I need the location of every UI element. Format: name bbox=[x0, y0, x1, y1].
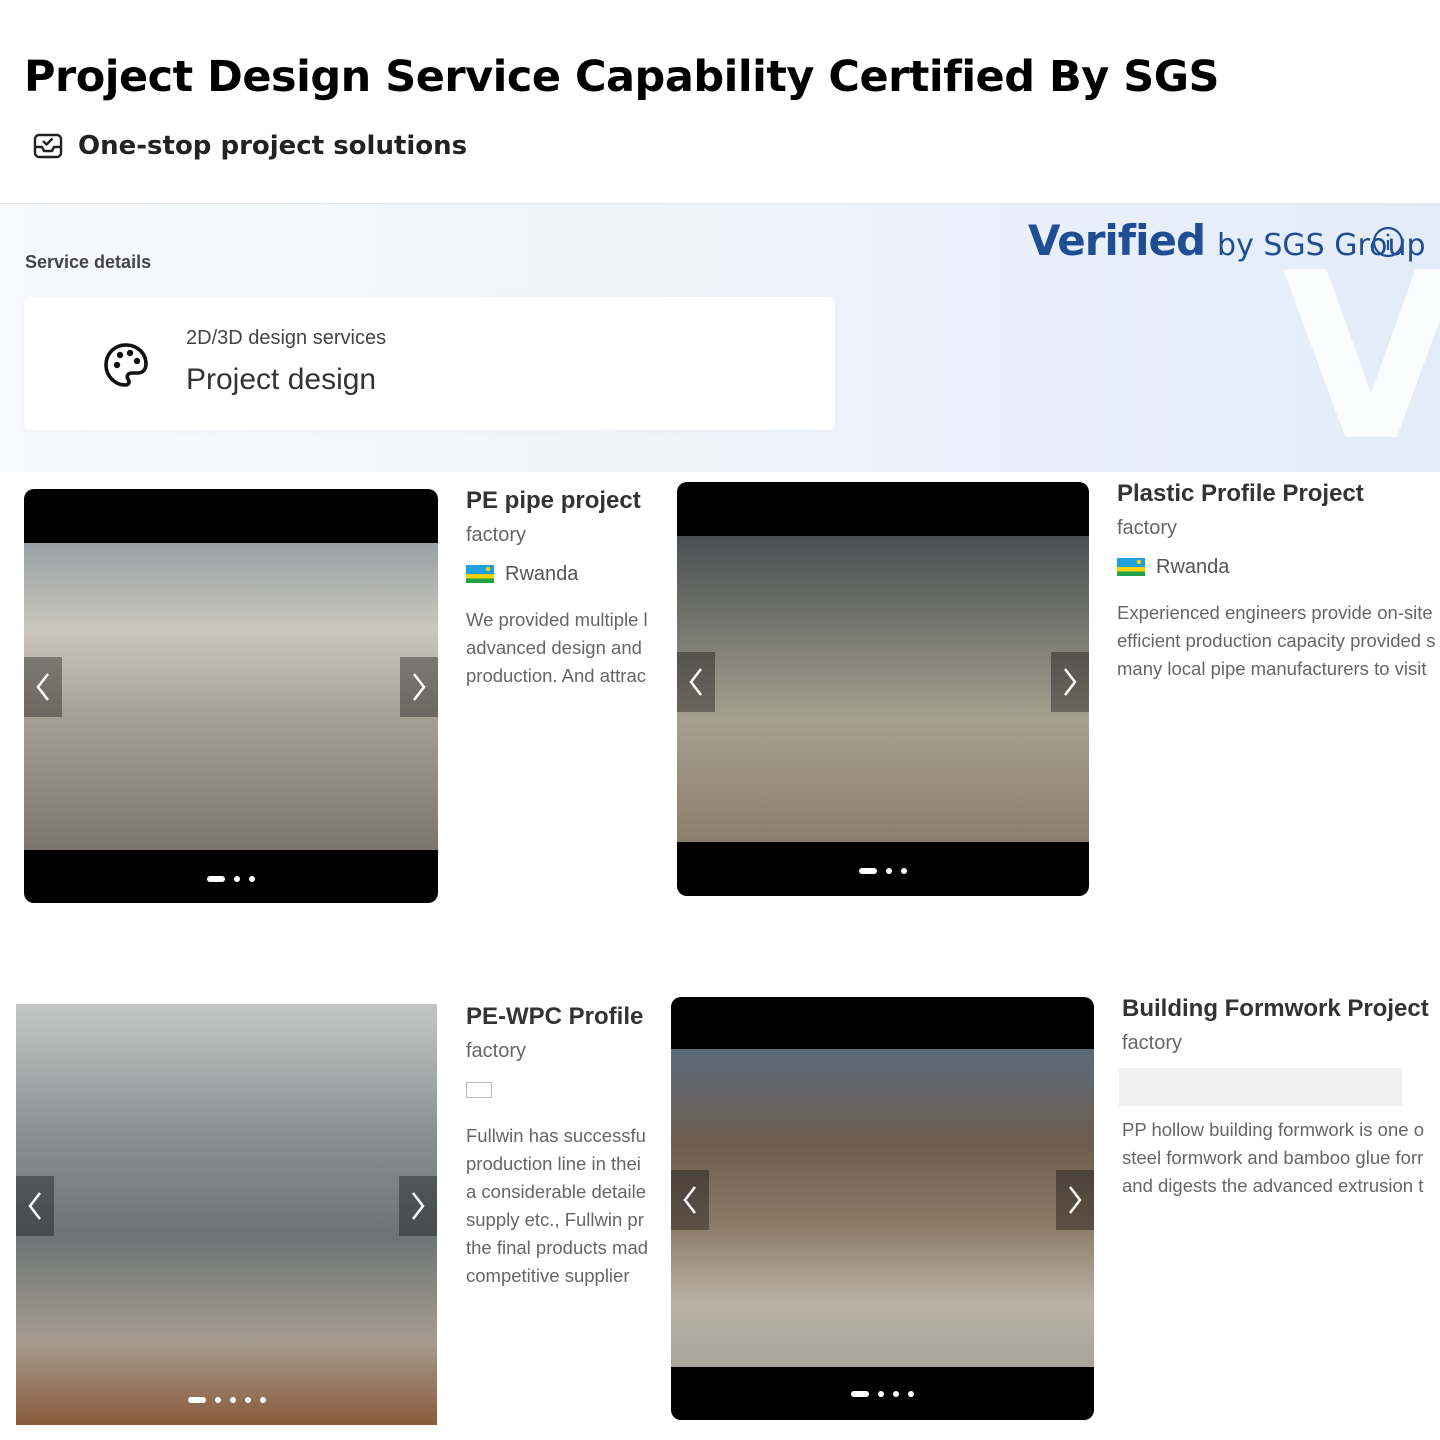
project-description: Experienced engineers provide on-site ef… bbox=[1117, 599, 1440, 683]
carousel-dot[interactable] bbox=[187, 1397, 206, 1403]
rwanda-flag bbox=[466, 565, 494, 583]
description-line: production. And attrac bbox=[466, 665, 646, 686]
service-label: 2D/3D design services bbox=[186, 327, 387, 349]
project-type: factory bbox=[466, 524, 527, 546]
project-photo bbox=[671, 1049, 1094, 1367]
description-line: We provided multiple l bbox=[466, 609, 648, 630]
carousel-prev-button[interactable] bbox=[24, 657, 62, 717]
project-type: factory bbox=[466, 1040, 527, 1062]
chevron-left-icon bbox=[683, 1186, 696, 1214]
background-watermark: V bbox=[1282, 244, 1440, 473]
description-line: production line in thei bbox=[466, 1153, 641, 1174]
description-line: the final products mad bbox=[466, 1237, 649, 1258]
carousel-dot[interactable] bbox=[859, 868, 877, 874]
carousel-dot[interactable] bbox=[908, 1391, 914, 1397]
carousel-prev-button[interactable] bbox=[677, 652, 715, 712]
service-value: Project design bbox=[186, 363, 377, 396]
verified-word: Verified bbox=[1028, 216, 1206, 265]
project-title[interactable]: Plastic Profile Project bbox=[1117, 480, 1364, 508]
description-line: supply etc., Fullwin pr bbox=[466, 1209, 644, 1230]
project-description: Fullwin has successfu production line in… bbox=[466, 1122, 656, 1290]
sgs-verification-panel: V Service details Verified by SGS Group … bbox=[0, 203, 1440, 472]
description-line: Experienced engineers provide on-site bbox=[1117, 602, 1433, 623]
chevron-right-icon bbox=[412, 1192, 425, 1220]
country-placeholder bbox=[1119, 1068, 1402, 1106]
chevron-left-icon bbox=[689, 668, 702, 696]
project-description: We provided multiple l advanced design a… bbox=[466, 606, 656, 690]
project-image-carousel[interactable] bbox=[677, 482, 1089, 896]
page-title: Project Design Service Capability Certif… bbox=[24, 52, 1219, 102]
carousel-dot[interactable] bbox=[901, 868, 907, 874]
project-info-clip: Building Formwork Project factory PP hol… bbox=[1119, 988, 1440, 1218]
carousel-dot[interactable] bbox=[234, 876, 240, 882]
carousel-dots[interactable] bbox=[677, 868, 1089, 874]
palette-icon bbox=[104, 343, 148, 387]
project-description: PP hollow building formwork is one o ste… bbox=[1122, 1116, 1440, 1200]
verified-box-icon bbox=[33, 133, 63, 159]
carousel-next-button[interactable] bbox=[1051, 652, 1089, 712]
carousel-prev-button[interactable] bbox=[16, 1176, 54, 1236]
carousel-dots[interactable] bbox=[16, 1397, 437, 1403]
description-line: Fullwin has successfu bbox=[466, 1125, 646, 1146]
service-card: 2D/3D design services Project design bbox=[24, 297, 835, 430]
project-photo bbox=[677, 536, 1089, 842]
description-line: many local pipe manufacturers to visit bbox=[1117, 658, 1427, 679]
carousel-next-button[interactable] bbox=[399, 1176, 437, 1236]
info-icon[interactable] bbox=[1372, 226, 1404, 258]
blank-flag bbox=[466, 1082, 492, 1098]
project-country: Rwanda bbox=[505, 563, 579, 585]
carousel-next-button[interactable] bbox=[400, 657, 438, 717]
project-type: factory bbox=[1122, 1032, 1183, 1054]
chevron-right-icon bbox=[1069, 1186, 1082, 1214]
subtitle-row: One-stop project solutions bbox=[32, 130, 467, 162]
project-image-carousel[interactable] bbox=[16, 1004, 437, 1425]
description-line: steel formwork and bamboo glue forr bbox=[1122, 1147, 1424, 1168]
carousel-dot[interactable] bbox=[878, 1391, 884, 1397]
project-country: Rwanda bbox=[1156, 556, 1230, 578]
chevron-right-icon bbox=[1064, 668, 1077, 696]
project-image-carousel[interactable] bbox=[671, 997, 1094, 1420]
project-info-clip: PE-WPC Profile factory Fullwin has succe… bbox=[466, 996, 656, 1306]
project-title[interactable]: Building Formwork Project bbox=[1122, 995, 1429, 1023]
carousel-dot[interactable] bbox=[893, 1391, 899, 1397]
carousel-dot[interactable] bbox=[244, 1397, 251, 1403]
project-info-clip: Plastic Profile Project factory Rwanda E… bbox=[1117, 473, 1440, 703]
description-line: competitive supplier bbox=[466, 1265, 630, 1286]
carousel-next-button[interactable] bbox=[1056, 1170, 1094, 1230]
description-line: a considerable detaile bbox=[466, 1181, 646, 1202]
description-line: and digests the advanced extrusion t bbox=[1122, 1175, 1424, 1196]
carousel-dot[interactable] bbox=[249, 876, 255, 882]
project-type: factory bbox=[1117, 517, 1178, 539]
service-details-label: Service details bbox=[25, 252, 152, 272]
carousel-dot[interactable] bbox=[214, 1397, 221, 1403]
carousel-prev-button[interactable] bbox=[671, 1170, 709, 1230]
carousel-dot[interactable] bbox=[207, 876, 225, 882]
project-photo bbox=[24, 543, 438, 850]
project-title[interactable]: PE pipe project bbox=[466, 487, 641, 515]
description-line: PP hollow building formwork is one o bbox=[1122, 1119, 1424, 1140]
carousel-dot[interactable] bbox=[259, 1397, 266, 1403]
subtitle: One-stop project solutions bbox=[78, 131, 468, 161]
description-line: advanced design and bbox=[466, 637, 642, 658]
carousel-dots[interactable] bbox=[24, 876, 438, 882]
project-info-clip: PE pipe project factory Rwanda We provid… bbox=[466, 480, 656, 710]
chevron-left-icon bbox=[28, 1192, 41, 1220]
rwanda-flag bbox=[1117, 558, 1145, 576]
project-title[interactable]: PE-WPC Profile bbox=[466, 1003, 643, 1031]
project-image-carousel[interactable] bbox=[24, 489, 438, 903]
chevron-right-icon bbox=[413, 673, 426, 701]
project-photo bbox=[16, 1004, 437, 1425]
carousel-dot[interactable] bbox=[886, 868, 892, 874]
sgs-verified-badge: Verified by SGS Group bbox=[1028, 216, 1426, 265]
chevron-left-icon bbox=[36, 673, 49, 701]
description-line: efficient production capacity provided s bbox=[1117, 630, 1436, 651]
carousel-dots[interactable] bbox=[671, 1391, 1094, 1397]
carousel-dot[interactable] bbox=[851, 1391, 869, 1397]
carousel-dot[interactable] bbox=[229, 1397, 236, 1403]
